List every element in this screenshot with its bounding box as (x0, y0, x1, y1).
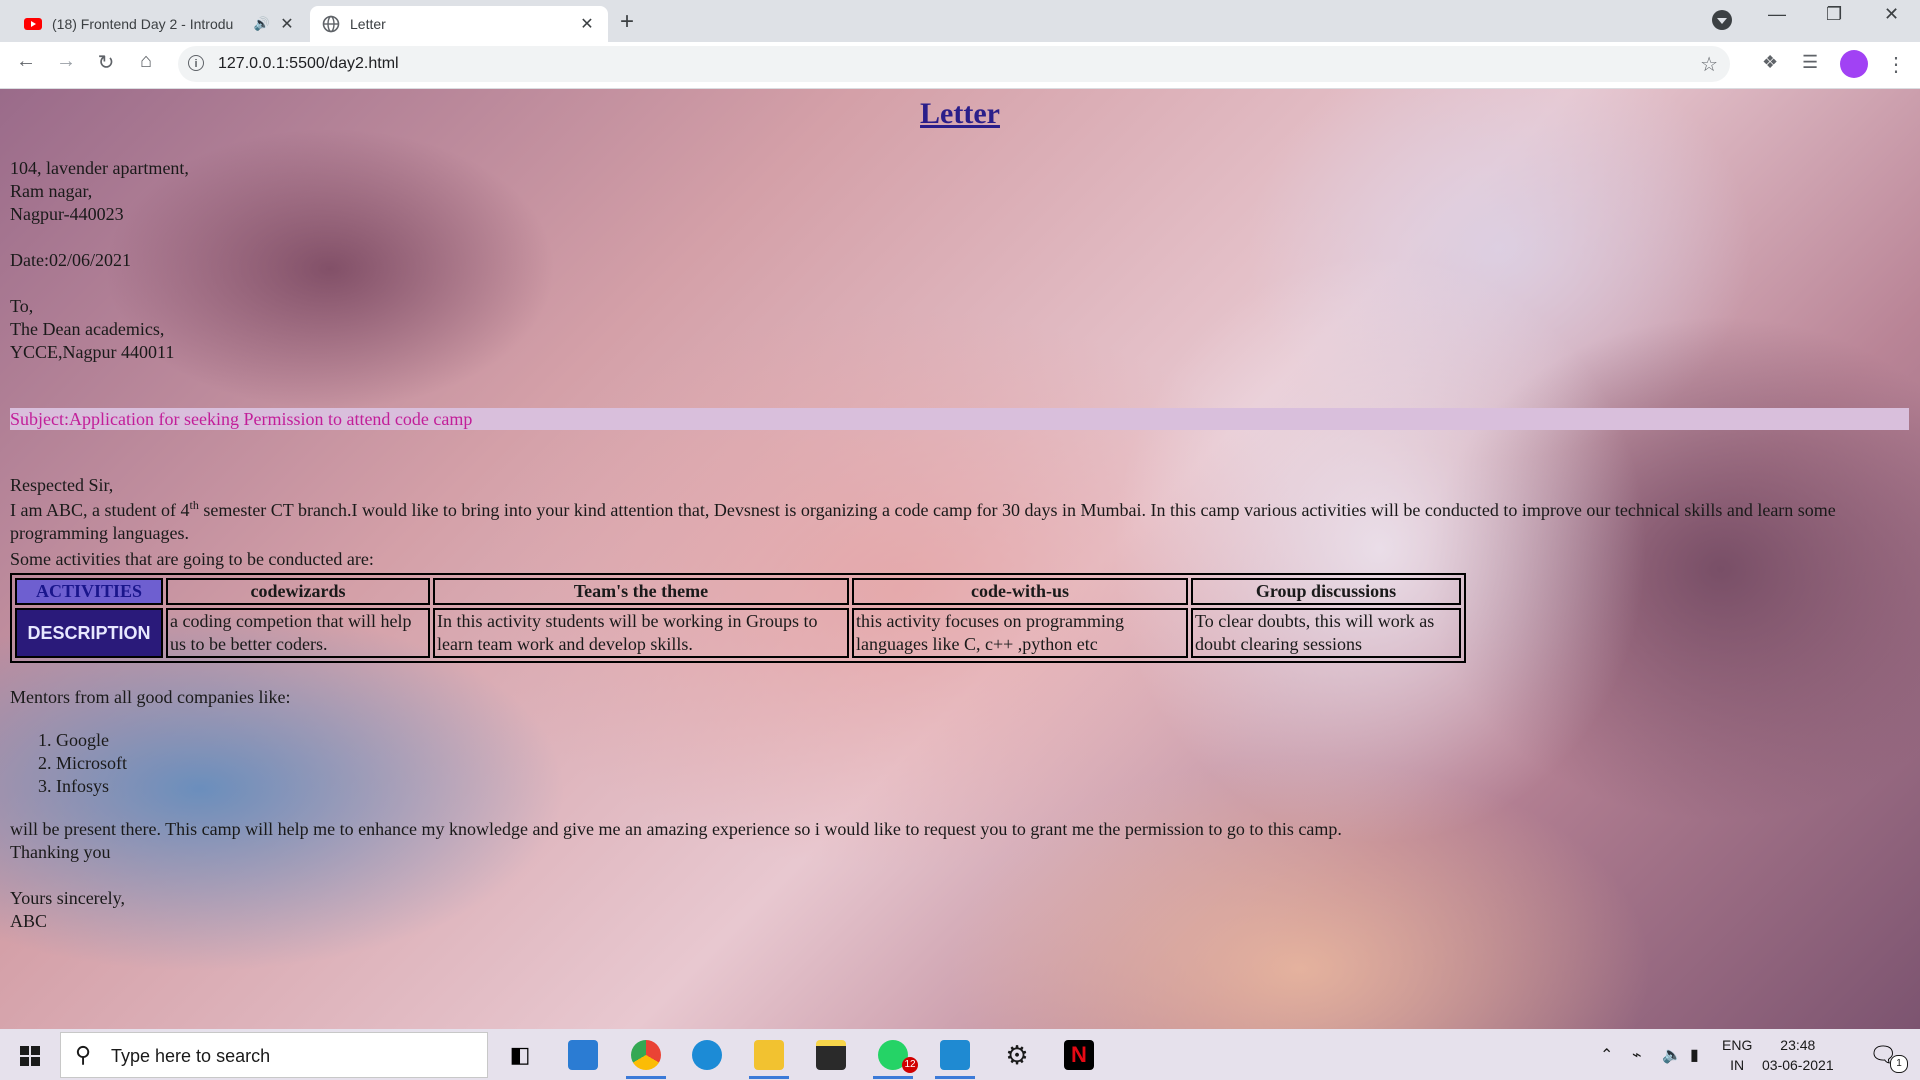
table-row: DESCRIPTION a coding competion that will… (15, 608, 1461, 658)
signoff-line: Yours sincerely, (10, 888, 125, 908)
list-item: 1. Google (38, 730, 109, 750)
settings-gear-icon[interactable]: ⚙ (994, 1035, 1040, 1075)
lang-top: ENG (1722, 1037, 1753, 1053)
description-header-cell: DESCRIPTION (15, 608, 163, 658)
signature-line: ABC (10, 911, 48, 931)
edge-icon[interactable] (684, 1035, 730, 1075)
browser-tab-bar: (18) Frontend Day 2 - Introdu 🔊 ✕ Letter… (0, 0, 1920, 42)
media-control-icon[interactable]: ☰ (1802, 52, 1818, 73)
tab-youtube[interactable]: (18) Frontend Day 2 - Introdu 🔊 ✕ (12, 6, 308, 42)
youtube-icon (24, 18, 42, 30)
wifi-icon[interactable]: ⌁ (1632, 1045, 1642, 1065)
extensions-icon[interactable]: ❖ (1762, 52, 1778, 73)
task-view-icon[interactable]: ◧ (497, 1035, 543, 1075)
mentors-intro: Mentors from all good companies like: (10, 687, 291, 707)
body-paragraph: I am ABC, a student of 4th semester CT b… (10, 499, 1890, 545)
file-explorer-icon[interactable] (746, 1035, 792, 1079)
table-row: ACTIVITIES codewizards Team's the theme … (15, 578, 1461, 605)
reload-icon[interactable]: ↻ (92, 50, 120, 75)
address-bar[interactable]: i 127.0.0.1:5500/day2.html ☆ (178, 46, 1730, 82)
activities-header-cell: ACTIVITIES (15, 578, 163, 605)
body-text: I am ABC, a student of 4 (10, 500, 190, 520)
ordinal-suffix: th (189, 498, 199, 512)
profile-avatar[interactable] (1840, 50, 1868, 78)
activity-name-cell: Team's the theme (433, 578, 849, 605)
clock-date: 03-06-2021 (1762, 1057, 1834, 1073)
mentors-list: 1. Google 2. Microsoft 3. Infosys (38, 729, 127, 798)
search-icon: ⚲ (75, 1042, 92, 1067)
notification-center-icon[interactable]: 🗨 1 (1860, 1035, 1908, 1075)
list-item: 2. Microsoft (38, 753, 127, 773)
address-line: Ram nagar, (10, 181, 93, 201)
volume-icon[interactable]: 🔈 (1662, 1045, 1682, 1065)
activity-name-cell: Group discussions (1191, 578, 1461, 605)
activities-intro: Some activities that are going to be con… (10, 549, 374, 569)
bookmark-star-icon[interactable]: ☆ (1700, 52, 1718, 77)
browser-toolbar: ← → ↻ ⌂ i 127.0.0.1:5500/day2.html ☆ ❖ ☰… (0, 42, 1920, 89)
address-line: Nagpur-440023 (10, 204, 124, 224)
activity-description-cell: a coding competion that will help us to … (166, 608, 430, 658)
list-item: 3. Infosys (38, 776, 109, 796)
thanks-line: Thanking you (10, 842, 111, 862)
home-icon[interactable]: ⌂ (132, 50, 160, 73)
whatsapp-badge: 12 (902, 1057, 918, 1073)
activity-description-cell: In this activity students will be workin… (433, 608, 849, 658)
tab-title: (18) Frontend Day 2 - Introdu (52, 16, 234, 32)
tray-chevron-icon[interactable]: ⌃ (1600, 1045, 1613, 1065)
vscode-icon[interactable] (932, 1035, 978, 1079)
windows-taskbar: ⚲ Type here to search ◧ 12 ⚙ N ⌃ ⌁ 🔈 ▮ E… (0, 1029, 1920, 1080)
clock[interactable]: 23:48 03-06-2021 (1762, 1035, 1834, 1075)
site-info-icon[interactable]: i (188, 55, 204, 71)
back-icon[interactable]: ← (12, 50, 40, 73)
activity-name-cell: code-with-us (852, 578, 1188, 605)
globe-icon (322, 15, 340, 33)
lang-bottom: IN (1730, 1057, 1745, 1073)
taskbar-search-box[interactable]: ⚲ Type here to search (60, 1032, 488, 1078)
mail-icon[interactable] (560, 1035, 606, 1075)
netflix-icon[interactable]: N (1056, 1035, 1102, 1075)
close-icon[interactable]: ✕ (578, 14, 596, 34)
body-text: semester CT branch.I would like to bring… (10, 500, 1836, 543)
restore-icon[interactable]: ❐ (1826, 4, 1842, 25)
forward-icon[interactable]: → (52, 50, 80, 73)
tab-title: Letter (350, 16, 386, 32)
close-icon[interactable]: ✕ (278, 14, 296, 34)
letter-date: Date:02/06/2021 (10, 250, 131, 270)
window-close-icon[interactable]: ✕ (1884, 4, 1899, 25)
clock-time: 23:48 (1780, 1037, 1816, 1053)
recipient-line: The Dean academics, (10, 319, 165, 339)
speaker-icon[interactable]: 🔊 (254, 16, 270, 32)
url-text[interactable]: 127.0.0.1:5500/day2.html (218, 55, 399, 73)
sticky-notes-icon[interactable] (808, 1035, 854, 1075)
recipient-line: To, (10, 296, 34, 316)
chrome-icon[interactable] (623, 1035, 669, 1079)
activity-name-cell: codewizards (166, 578, 430, 605)
minimize-icon[interactable]: — (1768, 4, 1786, 25)
activities-table: ACTIVITIES codewizards Team's the theme … (10, 573, 1466, 663)
whatsapp-icon[interactable]: 12 (870, 1035, 918, 1079)
tab-letter[interactable]: Letter ✕ (310, 6, 608, 42)
tab-search-icon[interactable] (1712, 10, 1732, 30)
battery-icon[interactable]: ▮ (1690, 1045, 1699, 1065)
page-content: Letter 104, lavender apartment, Ram naga… (0, 89, 1920, 1029)
windows-start-icon[interactable] (20, 1046, 40, 1066)
subject-line: Subject:Application for seeking Permissi… (10, 408, 1909, 430)
activity-description-cell: this activity focuses on programming lan… (852, 608, 1188, 658)
search-placeholder: Type here to search (111, 1046, 271, 1066)
closing-paragraph: will be present there. This camp will he… (10, 819, 1342, 839)
menu-kebab-icon[interactable]: ⋮ (1886, 52, 1906, 77)
address-line: 104, lavender apartment, (10, 158, 189, 178)
new-tab-button[interactable]: + (620, 8, 634, 36)
salutation: Respected Sir, (10, 475, 114, 495)
language-indicator[interactable]: ENG IN (1722, 1035, 1752, 1075)
activity-description-cell: To clear doubts, this will work as doubt… (1191, 608, 1461, 658)
recipient-line: YCCE,Nagpur 440011 (10, 342, 175, 362)
notification-count: 1 (1890, 1055, 1908, 1073)
page-title: Letter (920, 97, 1000, 130)
